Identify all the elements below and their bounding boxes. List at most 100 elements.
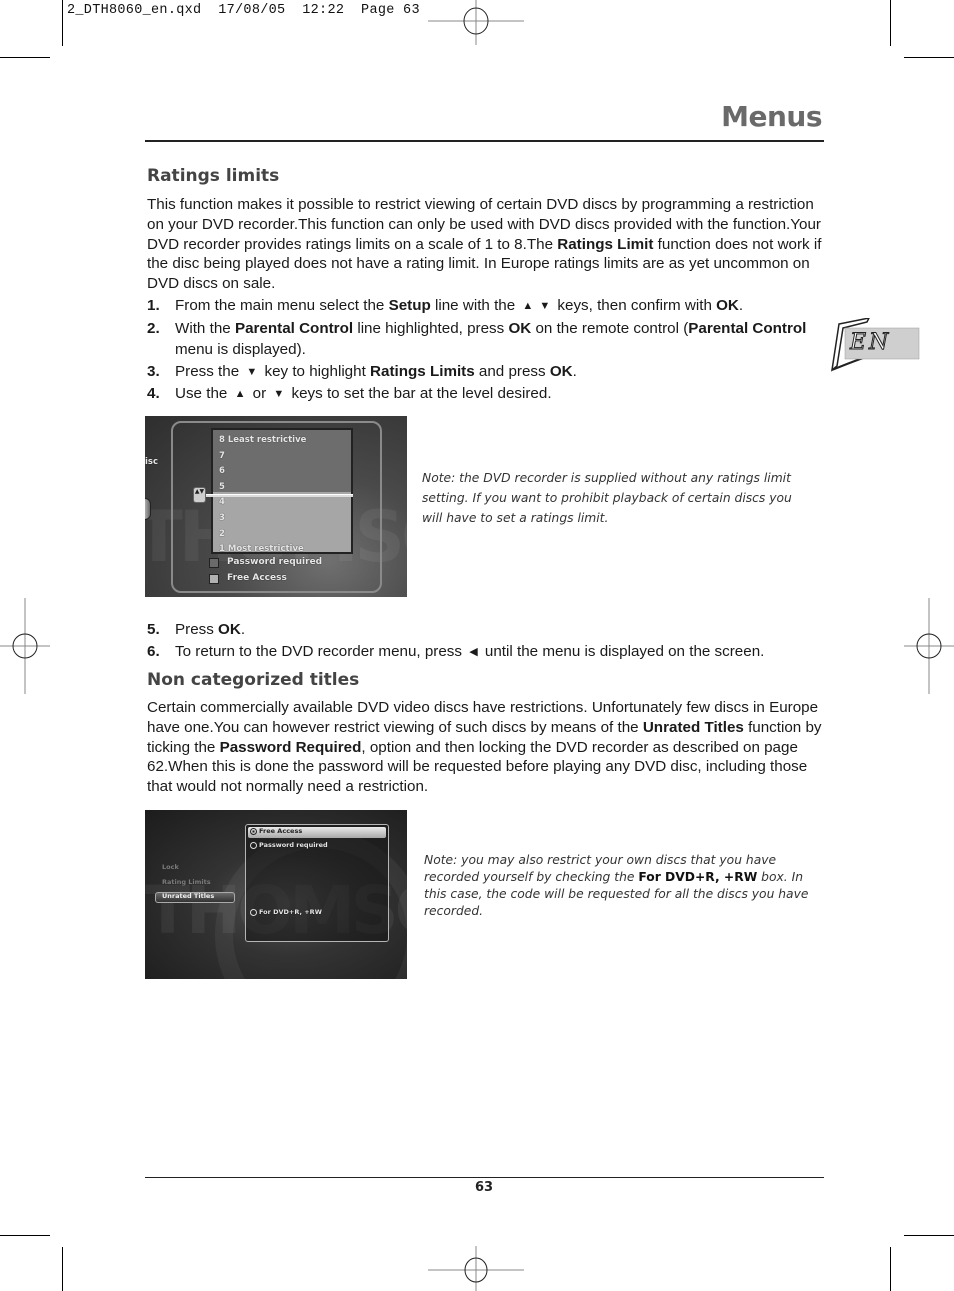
radio-button[interactable] (250, 828, 257, 835)
text-run: Use the (175, 385, 232, 402)
side-menu-item[interactable]: Unrated Titles (162, 892, 214, 900)
rating-level-label[interactable]: 4 (219, 497, 225, 507)
registration-mark-icon (0, 598, 50, 694)
text-run: . (572, 362, 577, 380)
checkbox-label: Password required (227, 557, 323, 567)
crop-mark (890, 0, 891, 46)
step-item: 1. From the main menu select the Setup li… (147, 295, 823, 318)
emphasis: OK (549, 362, 573, 380)
up-down-arrows-icon: ▲▼ (194, 487, 205, 495)
ratings-slider-handle[interactable]: ▲▼ (193, 486, 206, 503)
registration-mark-icon (428, 0, 524, 45)
crop-mark (62, 0, 63, 46)
file-slug: 2_DTH8060_en.qxd 17/08/05 12:22 Page 63 (67, 3, 420, 18)
footer-rule (145, 1177, 824, 1179)
rating-level-label[interactable]: 2 (219, 529, 225, 539)
unrated-titles-screenshot: THOMSON LockRating LimitsUnrated Titles … (145, 810, 407, 979)
text-run: keys to set the bar at the level desired… (287, 385, 552, 402)
crop-mark (890, 1247, 891, 1291)
text-run: menu is displayed). (175, 341, 306, 358)
text-run: Press (175, 621, 219, 638)
step-item: 5. Press OK. (147, 619, 823, 641)
emphasis: Parental Control (234, 319, 354, 337)
step-number: 2. (147, 319, 160, 337)
text-run: keys, then confirm with (553, 297, 717, 314)
step-number: 1. (147, 297, 160, 314)
text-run: key to highlight (260, 362, 371, 380)
radio-button[interactable] (250, 909, 257, 916)
text-run: on the remote control ( (531, 319, 689, 337)
side-menu-item[interactable]: Rating Limits (162, 878, 211, 886)
step-number: 3. (147, 362, 160, 380)
text-run: or (248, 385, 271, 402)
left-arrow-key-icon: ◀ (469, 645, 478, 658)
crop-mark (0, 1235, 50, 1236)
step-item: 6. To return to the DVD recorder menu, pr… (147, 641, 823, 664)
osd-side-button (145, 498, 151, 520)
text-run: From the main menu select the (175, 297, 389, 314)
text-run: To return to the DVD recorder menu, pres… (175, 642, 467, 660)
radio-label: Free Access (259, 827, 303, 835)
emphasis: Ratings Limit (557, 235, 654, 253)
ratings-level-bar[interactable] (197, 493, 353, 497)
checkbox[interactable] (209, 574, 219, 584)
ratings-intro: This function makes it possible to restr… (147, 195, 823, 294)
options-panel: Free Access Password required For DVD+R, +… (245, 824, 389, 942)
text-run: until the menu is displayed on the scree… (480, 642, 765, 660)
step-number: 5. (147, 621, 160, 638)
ratings-menu-screenshot: THOMSON isc 8 Least restrictive7654321 M… (145, 416, 407, 597)
crop-mark (904, 57, 954, 58)
checkbox-label: Free Access (227, 573, 287, 583)
text-run: . (240, 621, 246, 638)
checkbox[interactable] (209, 558, 219, 568)
ratings-scale: 8 Least restrictive 7 6 5 4 3 2 1 Most restrict… (211, 428, 353, 554)
crop-mark (0, 57, 50, 58)
osd-side-label: isc (145, 457, 159, 467)
emphasis: Unrated Titles (642, 718, 744, 736)
language-tab: EN (829, 316, 921, 374)
registration-mark-icon (904, 598, 954, 694)
step-number: 4. (147, 385, 160, 402)
step-item: 4. Use the ▲ or ▼ keys to set the bar at … (147, 383, 823, 406)
radio-label: Password required (259, 841, 328, 849)
side-menu-item[interactable]: Lock (162, 863, 179, 871)
noncat-note: Note: you may also restrict your own dis… (424, 852, 809, 920)
emphasis: Password Required (219, 738, 362, 756)
rating-level-label[interactable]: 8 Least restrictive (219, 435, 306, 445)
step-item: 3. Press the ▼ key to highlight Ratings L… (147, 361, 823, 384)
text-run: line with the (430, 297, 520, 314)
down-arrow-key-icon: ▼ (539, 300, 551, 312)
page-title: Menus (721, 100, 822, 133)
crop-mark (904, 1235, 954, 1236)
emphasis: For DVD+R, +RW (638, 870, 758, 884)
text-run: line highlighted, press (353, 319, 509, 337)
emphasis: OK (218, 621, 241, 638)
rating-level-label[interactable]: 7 (219, 451, 225, 461)
down-arrow-key-icon: ▼ (246, 365, 258, 378)
rating-level-label[interactable]: 6 (219, 466, 225, 476)
text-run: Press the (175, 362, 244, 380)
ratings-note: Note: the DVD recorder is supplied witho… (422, 471, 792, 525)
ratings-scale-fill (213, 491, 351, 552)
emphasis: Parental Control (688, 319, 807, 337)
text-run: and press (474, 362, 550, 380)
section-heading-ratings: Ratings limits (147, 166, 280, 186)
emphasis: OK (716, 297, 739, 314)
emphasis: Ratings Limits (370, 362, 475, 380)
page-number: 63 (474, 1180, 494, 1195)
up-arrow-key-icon: ▲ (522, 300, 534, 312)
rating-level-label[interactable]: 3 (219, 513, 225, 523)
text-run: With the (175, 319, 235, 337)
rating-level-label[interactable]: 1 Most restrictive (219, 544, 304, 554)
radio-button[interactable] (250, 842, 257, 849)
section-heading-noncat: Non categorized titles (147, 670, 360, 690)
crop-mark (62, 1247, 63, 1291)
ratings-steps: 1. From the main menu select the Setup li… (147, 295, 823, 406)
noncat-body: Certain commercially available DVD video… (147, 698, 823, 797)
language-tab-label: EN (849, 330, 892, 356)
down-arrow-key-icon: ▼ (273, 388, 285, 400)
up-arrow-key-icon: ▲ (234, 388, 246, 400)
ratings-steps-after: 5. Press OK. 6. To return to the DVD record… (147, 619, 823, 663)
rating-level-label[interactable]: 5 (219, 482, 225, 492)
header-rule (145, 140, 824, 142)
